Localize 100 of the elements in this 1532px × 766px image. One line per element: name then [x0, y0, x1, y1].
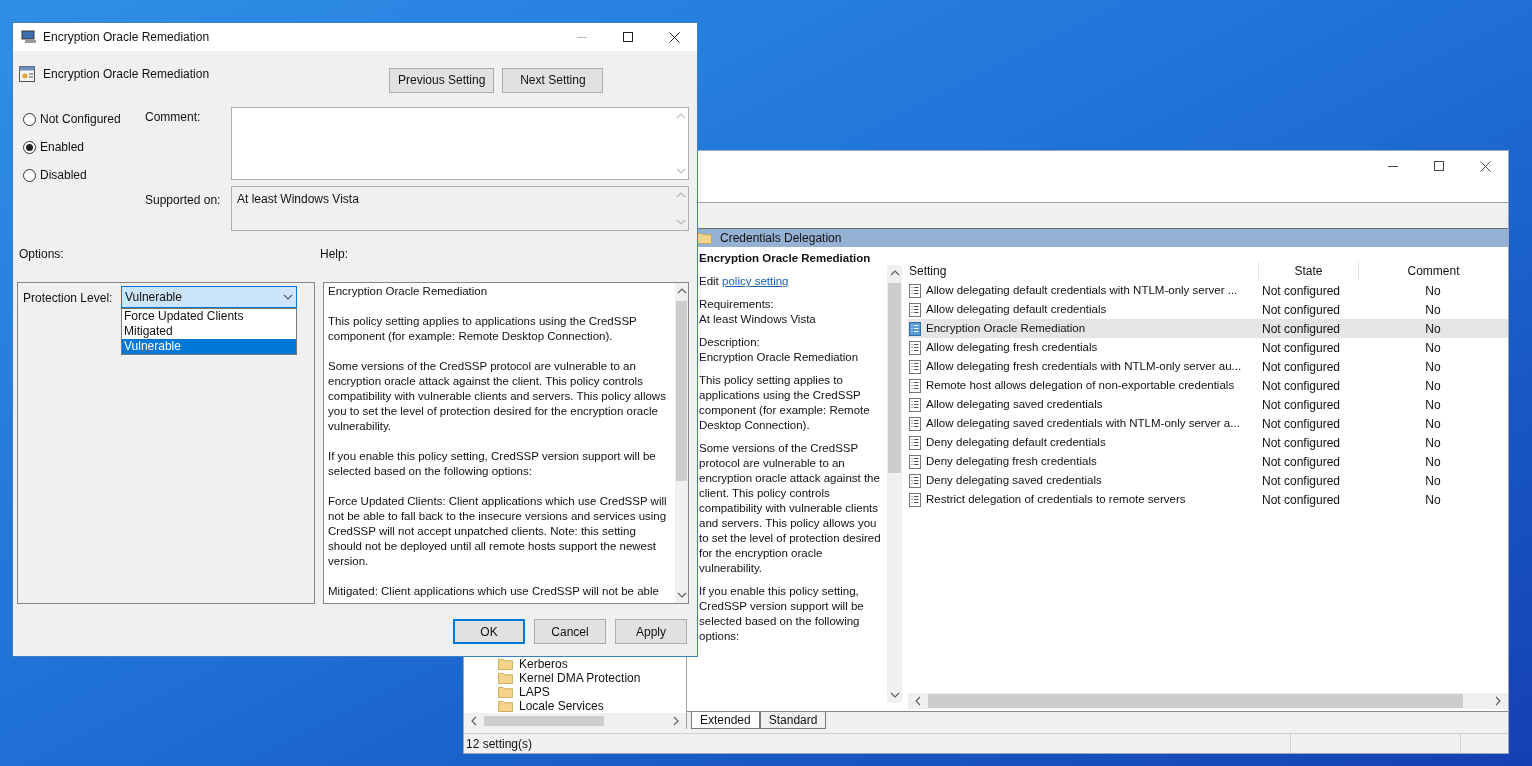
- table-cell-text: No: [1424, 282, 1442, 300]
- dropdown-option[interactable]: Force Updated Clients: [122, 309, 296, 324]
- table-cell-text: No: [1424, 377, 1442, 395]
- dialog-button[interactable]: OK: [453, 619, 525, 644]
- radio-button[interactable]: [23, 140, 36, 154]
- table-row[interactable]: Allow delegating fresh credentials with NTLM-only server au... Not configured No: [908, 357, 1508, 377]
- table-cell-text: Not configured: [1261, 320, 1342, 338]
- status-text: 12 setting(s): [465, 735, 534, 753]
- scroll-up-icon[interactable]: [889, 269, 900, 278]
- table-row[interactable]: Deny delegating saved credentials Not configured No: [908, 471, 1508, 491]
- scroll-left-icon[interactable]: [914, 696, 922, 707]
- radio-label[interactable]: Disabled: [40, 166, 87, 184]
- scroll-right-icon[interactable]: [1494, 696, 1502, 707]
- table-cell-text: Not configured: [1261, 339, 1342, 357]
- description-paragraph: Some versions of the CredSSP protocol are vulnerable to an encryption oracle attack against the client. This policy controls compatibility with vulnerable clients and servers. This policy allows you to set the level of protection desired for the encryption oracle vulnerability.: [699, 441, 882, 577]
- help-paragraph: Encryption Oracle Remediation: [328, 284, 489, 299]
- table-cell-text: Not configured: [1261, 434, 1342, 452]
- scroll-down-icon[interactable]: [676, 591, 687, 599]
- table-row[interactable]: Remote host allows delegation of non-exportable credentials Not configured No: [908, 376, 1508, 396]
- protection-level-dropdown[interactable]: Vulnerable: [121, 286, 297, 308]
- requirements-text: At least Windows Vista: [699, 312, 817, 328]
- column-header[interactable]: State: [1258, 262, 1358, 281]
- policy-icon: [19, 66, 35, 82]
- help-paragraph: Mitigated: Client applications which use CredSSP will not be able: [328, 584, 660, 599]
- radio-button[interactable]: [23, 168, 36, 182]
- column-header[interactable]: Setting: [908, 262, 1258, 281]
- help-paragraph: Some versions of the CredSSP protocol are vulnerable to an encryption oracle attack against the client. This policy controls compatibility with vulnerable clients and servers. This policy allows you to set the level of protection desired for the encryption oracle vulnerability.: [328, 359, 667, 434]
- table-row[interactable]: Allow delegating saved credentials Not configured No: [908, 395, 1508, 415]
- scroll-left-icon[interactable]: [470, 716, 478, 727]
- scroll-down-icon[interactable]: [889, 691, 900, 700]
- table-row[interactable]: Deny delegating fresh credentials Not configured No: [908, 452, 1508, 472]
- tree-item[interactable]: Kerberos: [519, 657, 568, 672]
- scroll-right-icon[interactable]: [672, 716, 680, 727]
- table-row[interactable]: Allow delegating default credentials with NTLM-only server ... Not configured No: [908, 281, 1508, 301]
- document-icon: [909, 302, 921, 317]
- breadcrumb-title: Credentials Delegation: [720, 230, 842, 248]
- radio-label[interactable]: Enabled: [40, 138, 85, 156]
- dropdown-option[interactable]: Mitigated: [122, 324, 296, 339]
- table-cell-text: Allow delegating saved credentials: [926, 397, 1103, 413]
- table-cell-text: Not configured: [1261, 358, 1342, 376]
- tree-item[interactable]: LAPS: [519, 685, 550, 700]
- help-label: Help:: [320, 246, 348, 261]
- view-tab[interactable]: Standard: [759, 712, 827, 730]
- view-tab[interactable]: Extended: [691, 712, 760, 730]
- help-paragraph: This policy setting applies to applications using the CredSSP component (for example: Remote Desktop Connection).: [328, 314, 638, 344]
- radio-button[interactable]: [23, 112, 36, 126]
- table-cell-text: Not configured: [1261, 453, 1342, 471]
- tree-item[interactable]: Kernel DMA Protection: [519, 671, 641, 686]
- chevron-down-icon[interactable]: [283, 293, 293, 301]
- table-row[interactable]: Encryption Oracle Remediation Not configured No: [908, 319, 1508, 339]
- scroll-up-icon[interactable]: [676, 287, 687, 295]
- policy-setting-link[interactable]: policy setting: [722, 275, 789, 288]
- supported-on-value: At least Windows Vista: [236, 191, 360, 208]
- dialog-button[interactable]: Cancel: [534, 619, 606, 644]
- document-icon: [909, 340, 921, 355]
- close-icon: [668, 31, 680, 43]
- horizontal-scrollbar[interactable]: [464, 713, 686, 730]
- help-paragraph: Force Updated Clients: Client applications which use CredSSP will not be able to fall back to the insecure versions and services using CredSSP will not accept unpatched clients. Note: this setting should not be deployed until all remote hosts support the newest version.: [328, 494, 668, 569]
- description-label: Description:: [699, 335, 761, 351]
- description-paragraph: If you enable this policy setting, CredSSP version support will be selected based on the following options:: [699, 584, 865, 645]
- window-title: Encryption Oracle Remediation: [43, 29, 210, 46]
- folder-icon: [697, 232, 712, 245]
- table-cell-text: Not configured: [1261, 472, 1342, 490]
- comment-label: Comment:: [145, 109, 202, 126]
- vertical-scrollbar[interactable]: [675, 283, 688, 603]
- nav-button[interactable]: Next Setting: [502, 67, 604, 93]
- table-cell-text: Restrict delegation of credentials to remote servers: [926, 492, 1186, 508]
- table-row[interactable]: Allow delegating fresh credentials Not configured No: [908, 338, 1508, 358]
- table-row[interactable]: Deny delegating default credentials Not configured No: [908, 433, 1508, 453]
- table-row[interactable]: Allow delegating saved credentials with NTLM-only server a... Not configured No: [908, 414, 1508, 434]
- column-header[interactable]: Comment: [1358, 262, 1508, 281]
- nav-button[interactable]: Previous Setting: [389, 67, 495, 93]
- dialog-button[interactable]: Apply: [615, 619, 687, 644]
- table-cell-text: Not configured: [1261, 282, 1342, 300]
- table-row[interactable]: Allow delegating default credentials Not configured No: [908, 300, 1508, 320]
- document-icon: [909, 397, 921, 412]
- table-cell-text: Not configured: [1261, 377, 1342, 395]
- table-cell-text: No: [1424, 301, 1442, 319]
- table-row[interactable]: Restrict delegation of credentials to remote servers Not configured No: [908, 490, 1508, 510]
- table-cell-text: No: [1424, 320, 1442, 338]
- table-cell-text: Allow delegating saved credentials with NTLM-only server a...: [926, 416, 1240, 432]
- tree-item[interactable]: Locale Services: [519, 699, 604, 714]
- dropdown-option[interactable]: Vulnerable: [122, 339, 296, 354]
- table-cell-text: Allow delegating default credentials with NTLM-only server ...: [926, 283, 1238, 299]
- folder-icon: [498, 686, 513, 699]
- document-icon: [909, 321, 921, 336]
- table-cell-text: Encryption Oracle Remediation: [926, 321, 1086, 337]
- table-cell-text: Deny delegating fresh credentials: [926, 454, 1097, 470]
- folder-icon: [498, 672, 513, 685]
- document-icon: [909, 283, 921, 298]
- vertical-scrollbar[interactable]: [887, 265, 902, 704]
- description-text: Encryption Oracle Remediation: [699, 350, 860, 366]
- radio-label[interactable]: Not Configured: [40, 110, 121, 128]
- table-cell-text: No: [1424, 415, 1442, 433]
- horizontal-scrollbar[interactable]: [908, 693, 1508, 710]
- document-icon: [909, 435, 921, 450]
- table-cell-text: Allow delegating fresh credentials: [926, 340, 1098, 356]
- table-cell-text: No: [1424, 453, 1442, 471]
- edit-text: Edit policy setting: [699, 274, 790, 290]
- table-cell-text: Deny delegating default credentials: [926, 435, 1106, 451]
